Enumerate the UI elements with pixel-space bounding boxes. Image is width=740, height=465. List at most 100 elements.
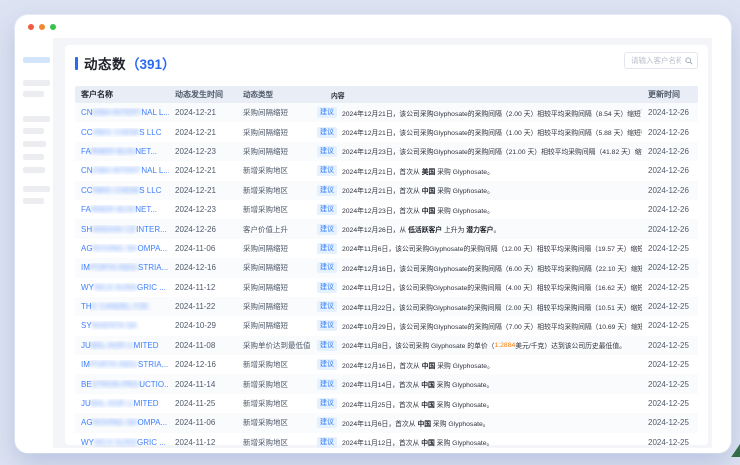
event-type: 采购间隔缩短 xyxy=(237,127,311,138)
customer-name-link[interactable]: CCRBIS CHEMIS LLC xyxy=(81,186,169,195)
event-content: 建议2024年12月26日，从 低活跃客户 上升为 潜力客户。 xyxy=(311,224,642,235)
event-content: 建议2024年12月21日，首次从 美国 采购 Glyphosate。 xyxy=(311,165,642,176)
content-segment: 中国 xyxy=(421,437,435,447)
customer-name-cell: SHANGHAI CEINTER... xyxy=(75,225,169,234)
table-row: JUBAL AGR LIMITED2024-11-08采购单价达到最低值建议20… xyxy=(75,336,698,355)
customer-name-cell: SYNGENTA SA xyxy=(75,321,169,330)
sidebar-item-skeleton[interactable] xyxy=(23,80,50,86)
table-row: THE CANDEL FZE2024-11-22采购间隔缩短建议2024年11月… xyxy=(75,297,698,316)
page-title: 动态数 xyxy=(84,53,126,73)
table-header-row: 客户名称动态发生时间动态类型内容更新时间 xyxy=(75,86,698,103)
suggestion-badge: 建议 xyxy=(317,185,337,196)
content-segment: 2024年12月16日，该公司采购Glyphosate的采购间隔（6.00 天）… xyxy=(342,263,642,273)
update-date: 2024-12-26 xyxy=(642,186,698,195)
customer-search-box[interactable] xyxy=(624,52,698,69)
event-date: 2024-12-16 xyxy=(169,360,237,369)
event-content: 建议2024年12月21日，该公司采购Glyphosate的采购间隔（1.00 … xyxy=(311,127,642,138)
customer-name-link[interactable]: FARMER BUSINET... xyxy=(81,147,169,156)
update-date: 2024-12-25 xyxy=(642,438,698,447)
event-content: 建议2024年11月6日，该公司采购Glyphosate的采购间隔（12.00 … xyxy=(311,243,642,254)
event-date: 2024-12-23 xyxy=(169,205,237,214)
content-segment: 2024年11月12日，首次从 xyxy=(342,437,421,447)
customer-name-link[interactable]: AGROVING SHOMPA... xyxy=(81,418,169,427)
event-date: 2024-11-14 xyxy=(169,380,237,389)
table-row: CCRBIS CHEMIS LLC2024-12-21采购间隔缩短建议2024年… xyxy=(75,122,698,141)
table-row: BESTRON PROUCTIO...2024-11-14新增采购地区建议202… xyxy=(75,374,698,393)
event-content: 建议2024年11月12日，首次从 中国 采购 Glyphosate。 xyxy=(311,437,642,448)
event-date: 2024-12-21 xyxy=(169,128,237,137)
customer-name-link[interactable]: WYNICA SUNSGRIC ... xyxy=(81,438,169,447)
content-segment: 2024年11月6日，该公司采购Glyphosate的采购间隔（12.00 天）… xyxy=(342,243,642,253)
content-panel: 动态数 （391） 客户名称动态发生时间动态类型内容更新时间 xyxy=(53,38,712,448)
customer-name-link[interactable]: IMPORTA INDUSTRIA... xyxy=(81,263,169,272)
search-input[interactable] xyxy=(629,55,683,66)
customer-name-link[interactable]: BESTRON PROUCTIO... xyxy=(81,380,169,389)
content-segment: 采购 Glyphosate。 xyxy=(431,418,490,428)
customer-name-link[interactable]: CCRBIS CHEMIS LLC xyxy=(81,128,169,137)
window-dot[interactable] xyxy=(50,24,56,30)
customer-name-cell: FARMER BUSINET... xyxy=(75,205,169,214)
table-row: IMPORTA INDUSTRIA...2024-12-16新增采购地区建议20… xyxy=(75,355,698,374)
customer-name-link[interactable]: AGROVING SHOMPA... xyxy=(81,244,169,253)
event-content: 建议2024年12月23日，该公司采购Glyphosate的采购间隔（21.00… xyxy=(311,146,642,157)
window-dot[interactable] xyxy=(39,24,45,30)
event-type: 采购间隔缩短 xyxy=(237,146,311,157)
customer-name-link[interactable]: CNEIBA INTERTNAL L... xyxy=(81,108,169,117)
sidebar-item-skeleton[interactable] xyxy=(23,198,44,204)
content-segment: 2024年12月23日，首次从 xyxy=(342,205,422,215)
customer-name-link[interactable]: JUBAL AGR LIMITED xyxy=(81,399,169,408)
sidebar-item-skeleton[interactable] xyxy=(23,128,44,134)
customer-name-link[interactable]: SHANGHAI CEINTER... xyxy=(81,225,169,234)
sidebar-item-skeleton[interactable] xyxy=(23,116,50,122)
sidebar-item-active[interactable] xyxy=(23,57,50,63)
content-segment: 采购 Glyphosate。 xyxy=(435,437,494,447)
event-date: 2024-11-12 xyxy=(169,283,237,292)
suggestion-badge: 建议 xyxy=(317,379,337,390)
dynamics-table: 客户名称动态发生时间动态类型内容更新时间 CNEIBA INTERTNAL L.… xyxy=(75,86,698,452)
customer-name-link[interactable]: WYNICA SUNSGRIC ... xyxy=(81,283,169,292)
content-segment: 采购 Glyphosate。 xyxy=(435,379,494,389)
customer-name-link[interactable]: FARMER BUSINET... xyxy=(81,205,169,214)
event-type: 采购间隔缩短 xyxy=(237,301,311,312)
content-segment: 中国 xyxy=(422,360,436,370)
update-date: 2024-12-25 xyxy=(642,341,698,350)
customer-name-link[interactable]: IMPORTA INDUSTRIA... xyxy=(81,360,169,369)
event-date: 2024-11-12 xyxy=(169,438,237,447)
update-date: 2024-12-25 xyxy=(642,263,698,272)
customer-name-link[interactable]: JUBAL AGR LIMITED xyxy=(81,341,169,350)
event-type: 采购间隔缩短 xyxy=(237,282,311,293)
customer-name-link[interactable]: THE CANDEL FZE xyxy=(81,302,169,311)
event-type: 新增采购地区 xyxy=(237,417,311,428)
sidebar-item-skeleton[interactable] xyxy=(23,167,45,173)
event-content: 建议2024年12月16日，首次从 中国 采购 Glyphosate。 xyxy=(311,359,642,370)
suggestion-badge: 建议 xyxy=(317,127,337,138)
suggestion-badge: 建议 xyxy=(317,224,337,235)
event-date: 2024-11-06 xyxy=(169,244,237,253)
content-segment: 。 xyxy=(493,224,500,234)
content-segment: 2024年12月21日，首次从 xyxy=(342,185,422,195)
content-segment: 上升为 xyxy=(442,224,466,234)
suggestion-badge: 建议 xyxy=(317,398,337,409)
table-row: WYNICA SUNSGRIC ...2024-11-12新增采购地区建议202… xyxy=(75,433,698,452)
suggestion-badge: 建议 xyxy=(317,204,337,215)
content-segment: 中国 xyxy=(422,205,436,215)
event-type: 采购间隔缩短 xyxy=(237,262,311,273)
customer-name-cell: JUBAL AGR LIMITED xyxy=(75,341,169,350)
customer-name-link[interactable]: SYNGENTA SA xyxy=(81,321,169,330)
content-segment: 中国 xyxy=(422,185,436,195)
sidebar-item-skeleton[interactable] xyxy=(23,154,44,160)
customer-name-link[interactable]: CNEIBA INTERTNAL L... xyxy=(81,166,169,175)
update-date: 2024-12-26 xyxy=(642,128,698,137)
sidebar-item-skeleton[interactable] xyxy=(23,186,50,192)
sidebar-item-skeleton[interactable] xyxy=(23,141,46,147)
customer-name-cell: FARMER BUSINET... xyxy=(75,147,169,156)
suggestion-badge: 建议 xyxy=(317,165,337,176)
content-segment: 2024年11月12日，该公司采购Glyphosate的采购间隔（4.00 天）… xyxy=(342,282,642,292)
customer-name-cell: CCRBIS CHEMIS LLC xyxy=(75,186,169,195)
table-row: CNEIBA INTERTNAL L...2024-12-21新增采购地区建议2… xyxy=(75,161,698,180)
event-content: 建议2024年11月22日，该公司采购Glyphosate的采购间隔（2.00 … xyxy=(311,301,642,312)
window-dot[interactable] xyxy=(28,24,34,30)
table-row: FARMER BUSINET...2024-12-23采购间隔缩短建议2024年… xyxy=(75,142,698,161)
event-date: 2024-11-25 xyxy=(169,399,237,408)
sidebar-item-skeleton[interactable] xyxy=(23,91,44,97)
